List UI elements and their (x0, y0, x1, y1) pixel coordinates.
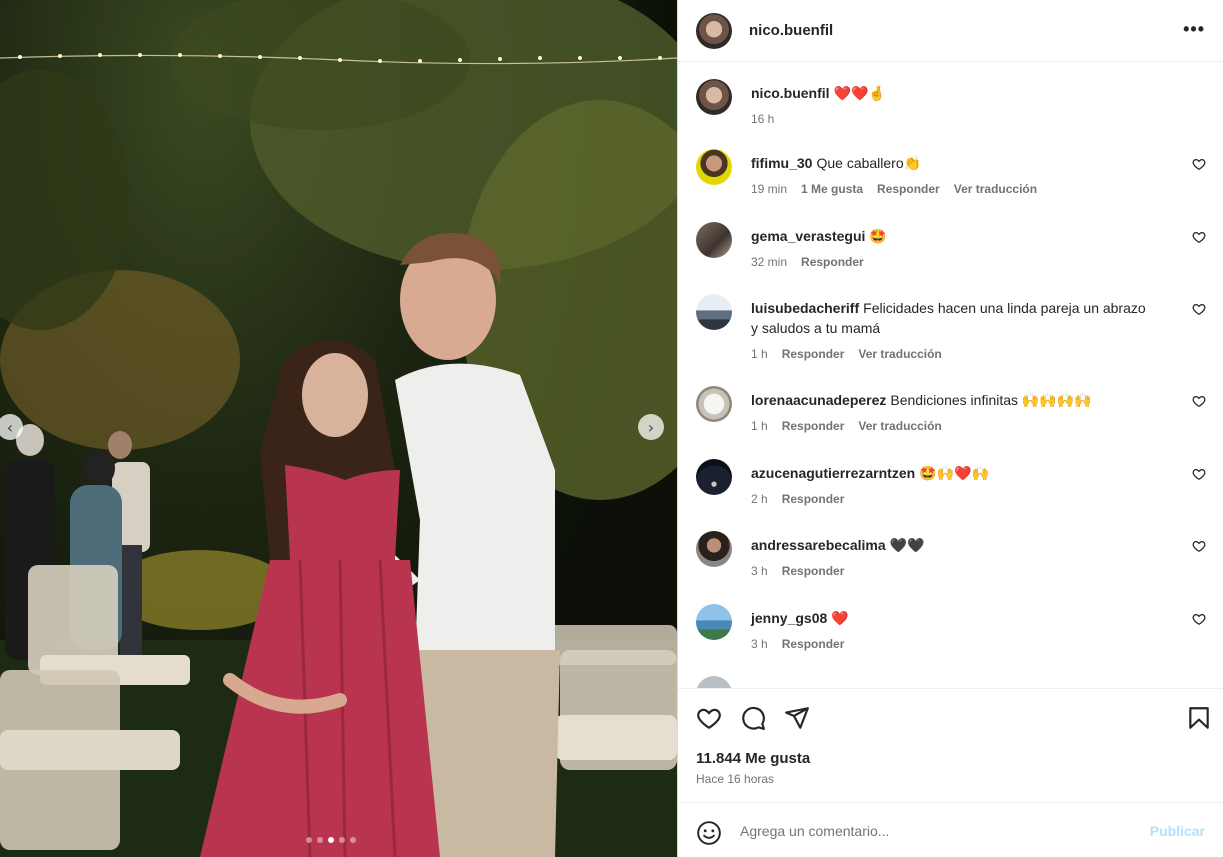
comment-composer: Publicar (678, 802, 1223, 857)
comment-time: 1 h (751, 347, 768, 361)
comment-username[interactable]: luisubedacheriff (751, 300, 859, 316)
see-translation-button[interactable]: Ver traducción (858, 344, 941, 364)
comment-input[interactable] (740, 819, 1130, 843)
carousel-dot-active[interactable] (328, 837, 334, 843)
carousel-dot[interactable] (350, 837, 356, 843)
comment-time: 3 h (751, 564, 768, 578)
commenter-avatar[interactable] (696, 149, 732, 185)
comment-text: Que caballero👏 (816, 155, 922, 171)
carousel-next-button[interactable]: › (638, 414, 664, 440)
post-timestamp: Hace 16 horas (696, 772, 775, 786)
comment-time: 32 min (751, 255, 788, 269)
see-translation-button[interactable]: Ver traducción (858, 416, 941, 436)
comment-username[interactable]: andressarebecalima (751, 537, 886, 553)
carousel-dot[interactable] (339, 837, 345, 843)
comment-username[interactable]: fifimu_30 (751, 155, 812, 171)
heart-icon[interactable] (696, 705, 722, 731)
bookmark-icon[interactable] (1186, 705, 1212, 731)
carousel-dots (306, 837, 356, 843)
comment-time: 3 h (751, 637, 768, 651)
comment-text: Bendiciones infinitas 🙌🙌🙌🙌 (890, 392, 1092, 408)
post-details-panel: nico.buenfil ••• nico.buenfil ❤️❤️🤞 16 h … (677, 0, 1223, 857)
reply-button[interactable]: Responder (782, 344, 845, 364)
comment-text: 🤩 (869, 228, 887, 244)
comments-list[interactable]: nico.buenfil ❤️❤️🤞 16 h fifimu_30 Que caba… (678, 62, 1223, 688)
post-header: nico.buenfil ••• (678, 0, 1223, 62)
caption-text: ❤️❤️🤞 (833, 85, 886, 101)
commenter-avatar[interactable] (696, 676, 732, 688)
more-options-icon[interactable]: ••• (1183, 20, 1205, 38)
comment-username[interactable]: gema_verastegui (751, 228, 865, 244)
author-username[interactable]: nico.buenfil (749, 22, 833, 39)
comment-likes-count[interactable]: 1 Me gusta (801, 179, 863, 199)
commenter-avatar[interactable] (696, 294, 732, 330)
smiley-icon[interactable] (696, 820, 722, 846)
like-comment-heart-icon[interactable] (1192, 302, 1206, 316)
comment-username[interactable]: jenny_gs08 (751, 610, 827, 626)
like-comment-heart-icon[interactable] (1192, 467, 1206, 481)
reply-button[interactable]: Responder (782, 561, 845, 581)
post-actions: 11.844 Me gusta Hace 16 horas (678, 688, 1223, 802)
reply-button[interactable]: Responder (782, 634, 845, 654)
comment-time: 1 h (751, 419, 768, 433)
comment-time: 2 h (751, 492, 768, 506)
comment-text: 🖤🖤 (889, 537, 925, 553)
commenter-avatar[interactable] (696, 604, 732, 640)
like-comment-heart-icon[interactable] (1192, 539, 1206, 553)
reply-button[interactable]: Responder (877, 179, 940, 199)
comment-text: ❤️ (831, 610, 849, 626)
commenter-avatar[interactable] (696, 222, 732, 258)
comment-time: 19 min (751, 182, 788, 196)
commenter-avatar[interactable] (696, 531, 732, 567)
reply-button[interactable]: Responder (782, 416, 845, 436)
author-avatar[interactable] (696, 79, 732, 115)
see-translation-button[interactable]: Ver traducción (954, 179, 1037, 199)
caption-time: 16 h (751, 112, 775, 126)
publish-button[interactable]: Publicar (1150, 823, 1205, 839)
author-avatar[interactable] (696, 12, 732, 49)
carousel-dot[interactable] (317, 837, 323, 843)
caption-username[interactable]: nico.buenfil (751, 85, 830, 101)
post-photo (0, 0, 677, 857)
like-comment-heart-icon[interactable] (1192, 394, 1206, 408)
comment-username[interactable]: azucenagutierrezarntzen (751, 465, 915, 481)
post-media: ‹ › (0, 0, 677, 857)
comment-icon[interactable] (740, 705, 766, 731)
reply-button[interactable]: Responder (782, 489, 845, 509)
commenter-avatar[interactable] (696, 386, 732, 422)
like-comment-heart-icon[interactable] (1192, 157, 1206, 171)
paper-plane-icon[interactable] (784, 705, 810, 731)
like-comment-heart-icon[interactable] (1192, 230, 1206, 244)
likes-count[interactable]: 11.844 Me gusta (696, 750, 810, 767)
commenter-avatar[interactable] (696, 459, 732, 495)
comment-username[interactable]: lorenaacunadeperez (751, 392, 886, 408)
reply-button[interactable]: Responder (801, 252, 864, 272)
carousel-dot[interactable] (306, 837, 312, 843)
comment-text: 🤩🙌❤️🙌 (919, 465, 989, 481)
like-comment-heart-icon[interactable] (1192, 612, 1206, 626)
